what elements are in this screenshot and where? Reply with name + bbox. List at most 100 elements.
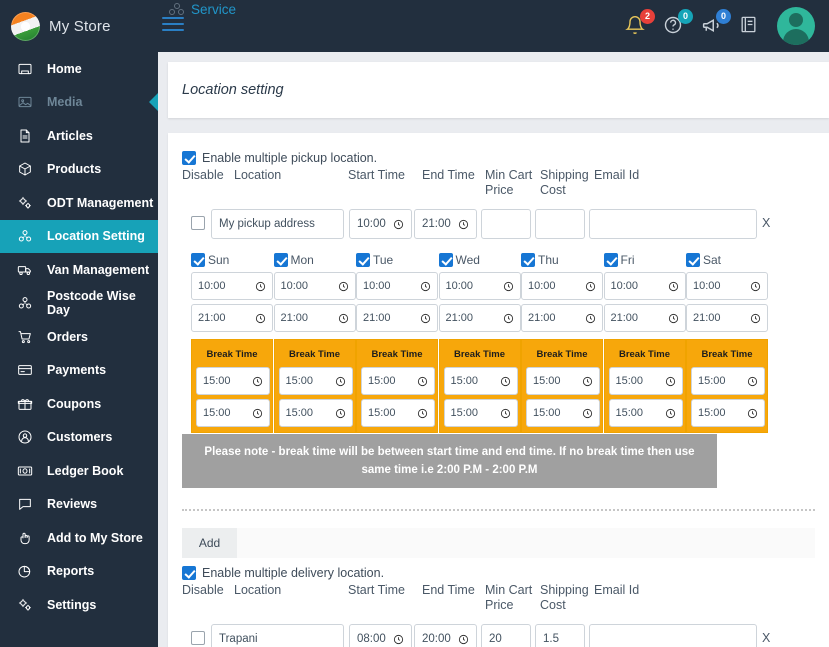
sidebar-item-odt-management[interactable]: ODT Management [0,186,158,220]
break-time-note: Please note - break time will be between… [182,434,717,488]
delivery-location-input[interactable]: Trapani [211,624,344,647]
delivery-shipping-cost-input[interactable]: 1.5 [535,624,585,647]
delivery-email-id-input[interactable] [589,624,757,647]
weekday-close-time-input-wed[interactable]: 21:00 [438,304,521,332]
weekday-toggle-wed[interactable]: Wed [438,251,521,268]
help-question-icon[interactable]: 0 [663,9,693,37]
break-end-time-input-tue[interactable]: 15:00 [361,399,435,427]
sidebar-item-home[interactable]: Home [0,52,158,86]
pickup-header-shipping-cost: Shipping Cost [540,168,589,197]
delivery-start-time-input[interactable]: 08:00 [349,624,412,647]
break-end-time-input-mon[interactable]: 15:00 [278,399,353,427]
weekday-close-time-input-thu[interactable]: 21:00 [521,304,603,332]
delivery-end-time-input[interactable]: 20:00 [414,624,477,647]
weekday-toggle-fri[interactable]: Fri [603,251,686,268]
weekday-open-time-input-sat[interactable]: 10:00 [686,272,768,300]
announcements-megaphone-icon[interactable]: 0 [701,9,731,37]
break-start-time-value: 15:00 [203,375,231,387]
break-end-time-input-thu[interactable]: 15:00 [526,399,600,427]
sidebar-item-coupons[interactable]: Coupons [0,387,158,421]
sidebar-item-label: Orders [47,329,88,344]
break-start-time-input-sun[interactable]: 15:00 [196,367,270,395]
notes-book-icon[interactable] [739,15,761,37]
sidebar-item-label: Van Management [47,262,150,277]
clock-icon [252,408,263,419]
sidebar-item-payments[interactable]: Payments [0,354,158,388]
clock-icon [335,408,346,419]
weekday-close-time-input-sat[interactable]: 21:00 [686,304,768,332]
sidebar-item-products[interactable]: Products [0,153,158,187]
pickup-end-time-input[interactable]: 21:00 [414,209,477,239]
break-start-time-input-sat[interactable]: 15:00 [691,367,765,395]
notifications-bell-icon[interactable]: 2 [625,9,655,37]
pickup-email-id-input[interactable] [589,209,757,239]
pickup-min-cart-price-input[interactable] [481,209,531,239]
sidebar-item-label: Location Setting [47,229,145,244]
break-end-time-input-sat[interactable]: 15:00 [691,399,765,427]
weekday-close-time-input-mon[interactable]: 21:00 [273,304,356,332]
weekday-close-time-input-fri[interactable]: 21:00 [603,304,686,332]
break-start-time-input-mon[interactable]: 15:00 [278,367,353,395]
enable-multiple-delivery-row[interactable]: Enable multiple delivery location. [182,566,829,580]
weekday-checkbox-mon[interactable] [273,252,288,267]
add-location-button[interactable]: Add [182,528,237,558]
enable-multiple-delivery-checkbox[interactable] [182,566,196,580]
pickup-disable-checkbox[interactable] [191,216,205,230]
weekday-open-time-input-mon[interactable]: 10:00 [273,272,356,300]
break-end-time-input-wed[interactable]: 15:00 [443,399,518,427]
weekday-checkbox-wed[interactable] [438,252,453,267]
break-start-time-input-fri[interactable]: 15:00 [608,367,683,395]
sidebar-item-reports[interactable]: Reports [0,555,158,589]
weekday-checkbox-tue[interactable] [356,252,370,267]
weekday-toggle-tue[interactable]: Tue [356,251,438,268]
clock-icon [500,408,511,419]
sidebar-item-postcode-wise-day[interactable]: Postcode Wise Day [0,287,158,321]
weekday-open-time-input-wed[interactable]: 10:00 [438,272,521,300]
weekday-toggle-mon[interactable]: Mon [273,251,356,268]
pickup-remove-row-button[interactable]: X [762,216,770,230]
sidebar-item-articles[interactable]: Articles [0,119,158,153]
sidebar-item-location-setting[interactable]: Location Setting [0,219,158,253]
weekday-checkbox-sun[interactable] [191,252,205,267]
sidebar-item-ledger-book[interactable]: Ledger Book [0,454,158,488]
enable-multiple-pickup-row[interactable]: Enable multiple pickup location. [182,151,829,165]
clock-icon [585,281,596,292]
delivery-location-row: Trapani 08:00 20:00 20 1.5 X [182,624,829,647]
weekday-open-time-input-sun[interactable]: 10:00 [191,272,273,300]
pickup-shipping-cost-input[interactable] [535,209,585,239]
break-start-time-input-wed[interactable]: 15:00 [443,367,518,395]
delivery-min-cart-price-input[interactable]: 20 [481,624,531,647]
weekday-toggle-thu[interactable]: Thu [521,251,603,268]
enable-multiple-pickup-checkbox[interactable] [182,151,196,165]
sidebar-item-reviews[interactable]: Reviews [0,488,158,522]
user-avatar[interactable] [777,7,815,45]
delivery-disable-checkbox[interactable] [191,631,205,645]
weekday-checkbox-fri[interactable] [603,252,618,267]
weekday-checkbox-sat[interactable] [686,252,700,267]
sidebar-item-orders[interactable]: Orders [0,320,158,354]
sidebar-item-customers[interactable]: Customers [0,421,158,455]
weekday-close-time-input-tue[interactable]: 21:00 [356,304,438,332]
break-end-time-input-sun[interactable]: 15:00 [196,399,270,427]
pickup-location-input[interactable]: My pickup address [211,209,344,239]
brand[interactable]: My Store [0,0,158,52]
delivery-remove-row-button[interactable]: X [762,631,770,645]
sidebar-item-media[interactable]: Media [0,86,158,120]
sidebar-item-settings[interactable]: Settings [0,588,158,622]
pickup-start-time-input[interactable]: 10:00 [349,209,412,239]
weekday-open-time-input-fri[interactable]: 10:00 [603,272,686,300]
break-start-time-input-tue[interactable]: 15:00 [361,367,435,395]
weekday-open-time-input-thu[interactable]: 10:00 [521,272,603,300]
sidebar-item-van-management[interactable]: Van Management [0,253,158,287]
menu-toggle-icon[interactable] [162,14,184,34]
weekday-close-time-input-sun[interactable]: 21:00 [191,304,273,332]
weekday-open-time-input-tue[interactable]: 10:00 [356,272,438,300]
weekday-checkbox-thu[interactable] [521,252,535,267]
break-start-time-input-thu[interactable]: 15:00 [526,367,600,395]
weekday-toggle-sat[interactable]: Sat [686,251,768,268]
break-end-time-input-fri[interactable]: 15:00 [608,399,683,427]
weekday-toggle-sun[interactable]: Sun [191,251,273,268]
weekday-label: Thu [538,252,559,267]
sidebar-item-add-to-my-store[interactable]: Add to My Store [0,521,158,555]
weekday-open-time-value: 10:00 [528,280,556,292]
